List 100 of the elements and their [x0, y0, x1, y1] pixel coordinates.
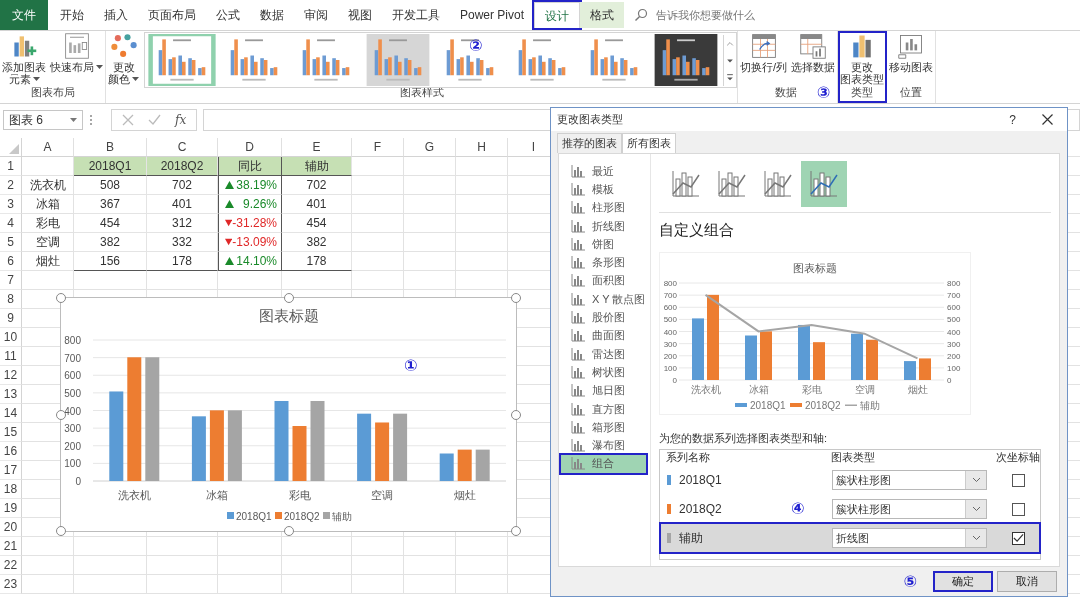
cancel-icon[interactable] — [122, 114, 134, 126]
ribbon-tab[interactable]: 设计 — [534, 2, 581, 28]
row-number[interactable]: 12 — [0, 366, 22, 385]
chart-type-dropdown[interactable]: 簇状柱形图 — [832, 499, 987, 519]
dialog-title: 更改图表类型 — [557, 112, 624, 127]
row-number[interactable]: 15 — [0, 423, 22, 442]
column-header[interactable]: H — [456, 138, 508, 157]
check-icon[interactable] — [148, 114, 161, 126]
resize-handle[interactable] — [56, 293, 66, 303]
dialog-button[interactable]: 取消 — [997, 571, 1057, 592]
ribbon-button[interactable]: 快速布局 — [48, 32, 105, 73]
column-header[interactable]: A — [22, 138, 74, 157]
chevron-down-icon — [971, 535, 981, 541]
chart-type-item[interactable]: 股价图 — [561, 308, 646, 327]
row-number[interactable]: 8 — [0, 290, 22, 309]
chart-type-item[interactable]: 条形图 — [561, 253, 646, 272]
chart-type-item[interactable]: 饼图 — [561, 235, 646, 254]
ribbon-tab[interactable]: 审阅 — [294, 2, 338, 28]
row-number[interactable]: 4 — [0, 214, 22, 233]
resize-handle[interactable] — [511, 409, 521, 420]
ribbon-button[interactable]: 切换行/列 — [738, 32, 790, 73]
close-icon[interactable] — [1042, 114, 1053, 125]
series-row[interactable]: 2018Q2 ④ 簇状柱形图 — [661, 495, 1039, 523]
row-number[interactable]: 23 — [0, 575, 22, 594]
row-number[interactable]: 11 — [0, 347, 22, 366]
resize-handle[interactable] — [56, 526, 66, 536]
ribbon-tab[interactable]: 视图 — [338, 2, 382, 28]
chart-type-item[interactable]: 箱形图 — [561, 418, 646, 437]
chart-type-dropdown[interactable]: 折线图 — [832, 528, 987, 548]
row-number[interactable]: 7 — [0, 271, 22, 290]
search-field[interactable]: 告诉我你想要做什么 — [634, 8, 819, 22]
resize-handle[interactable] — [56, 409, 66, 420]
chart-type-item[interactable]: 直方图 — [561, 399, 646, 419]
row-number[interactable]: 18 — [0, 480, 22, 499]
resize-handle[interactable] — [283, 526, 294, 536]
resize-handle[interactable] — [283, 293, 294, 303]
column-header[interactable]: G — [404, 138, 456, 157]
chart-type-dropdown[interactable]: 簇状柱形图 — [832, 470, 987, 490]
row-number[interactable]: 13 — [0, 385, 22, 404]
combo-chart-icon[interactable] — [801, 161, 847, 207]
ribbon-tab[interactable]: 公式 — [206, 2, 250, 28]
ribbon-tab[interactable]: 开发工具 — [382, 2, 450, 28]
ribbon-tab[interactable]: 页面布局 — [138, 2, 206, 28]
ribbon-button[interactable]: 更改 图表类型 — [838, 32, 887, 85]
ribbon-tab[interactable]: 数据 — [250, 2, 294, 28]
name-box[interactable]: 图表 6 — [3, 110, 83, 130]
row-number[interactable]: 2 — [0, 176, 22, 195]
chart-type-item[interactable]: 最近 — [561, 162, 646, 181]
checkbox[interactable] — [1011, 531, 1025, 545]
chart-type-item[interactable]: X Y 散点图 — [561, 290, 646, 309]
bar-chart-icon — [571, 311, 585, 324]
help-button[interactable]: ? — [1009, 112, 1016, 127]
row-number[interactable]: 14 — [0, 404, 22, 423]
row-number[interactable]: 19 — [0, 499, 22, 518]
column-header[interactable]: F — [352, 138, 404, 157]
dialog-tab[interactable]: 所有图表 — [622, 133, 676, 153]
row-number[interactable]: 1 — [0, 157, 22, 176]
legend-label: 2018Q2 — [805, 400, 842, 411]
ribbon-button[interactable]: 选择数据 — [789, 32, 838, 73]
row-number[interactable]: 21 — [0, 537, 22, 556]
ribbon-button[interactable]: 移动图表 — [887, 32, 936, 73]
chart-type-item[interactable]: 柱形图 — [561, 198, 646, 217]
chart-type-item[interactable]: 组合 — [561, 454, 646, 474]
chart-type-item[interactable]: 树状图 — [561, 363, 646, 382]
row-number[interactable]: 3 — [0, 195, 22, 214]
row-number[interactable]: 10 — [0, 328, 22, 347]
row-number[interactable]: 17 — [0, 461, 22, 480]
checkbox[interactable] — [1011, 502, 1025, 516]
resize-handle[interactable] — [511, 293, 521, 303]
series-row[interactable]: 2018Q1 簇状柱形图 — [661, 466, 1039, 494]
ribbon-tab[interactable]: 开始 — [50, 2, 94, 28]
row-number[interactable]: 6 — [0, 252, 22, 271]
row-number[interactable]: 9 — [0, 309, 22, 328]
series-row[interactable]: 辅助 折线图 — [661, 524, 1039, 552]
ribbon-tab[interactable]: 格式 — [580, 2, 625, 28]
ribbon-button[interactable]: 更改 颜色 — [106, 32, 141, 85]
chart-type-item[interactable]: 瀑布图 — [561, 436, 646, 455]
chart-type-item[interactable]: 雷达图 — [561, 344, 646, 364]
axis-tick-label: 100 — [663, 363, 677, 373]
insert-function-button[interactable]: fx — [175, 113, 187, 127]
chart-type-item[interactable]: 模板 — [561, 180, 646, 199]
ribbon-tab[interactable]: 文件 — [0, 0, 48, 30]
more-vertical-icon[interactable] — [89, 113, 93, 127]
chart-type-item[interactable]: 曲面图 — [561, 326, 646, 345]
resize-handle[interactable] — [511, 526, 521, 536]
chart-type-item[interactable]: 面积图 — [561, 271, 646, 291]
row-number[interactable]: 20 — [0, 518, 22, 537]
chart-type-item[interactable]: 折线图 — [561, 216, 646, 236]
chart-type-item[interactable]: 旭日图 — [561, 381, 646, 400]
select-all-icon[interactable] — [9, 144, 19, 154]
chart-style-thumbnail[interactable] — [147, 34, 217, 86]
ribbon-tab[interactable]: Power Pivot — [450, 2, 535, 28]
row-number[interactable]: 5 — [0, 233, 22, 252]
dialog-tab[interactable]: 推荐的图表 — [557, 133, 622, 153]
row-number[interactable]: 22 — [0, 556, 22, 575]
dialog-button[interactable]: 确定 — [933, 571, 993, 592]
ribbon-tab[interactable]: 插入 — [94, 2, 138, 28]
ribbon-button[interactable]: 添加图表 元素 — [0, 32, 48, 85]
checkbox[interactable] — [1011, 473, 1025, 487]
row-number[interactable]: 16 — [0, 442, 22, 461]
